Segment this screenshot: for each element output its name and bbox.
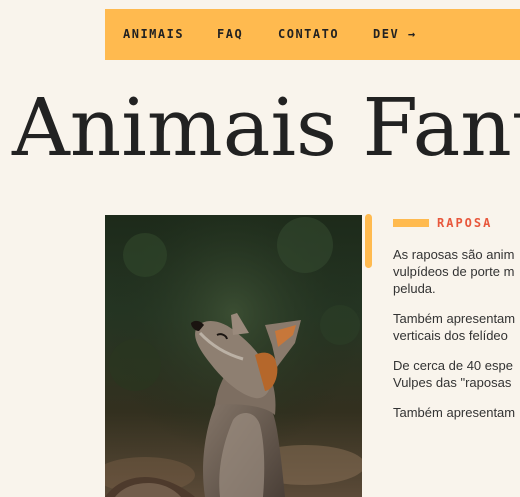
nav-link-animais[interactable]: ANIMAIS [123, 27, 184, 41]
fox-image [105, 215, 362, 497]
paragraph-2: Também apresentam verticais dos felídeo [393, 310, 520, 344]
paragraph-line: Também apresentam [393, 405, 516, 420]
paragraph-line: peluda. [393, 281, 436, 296]
paragraph-line: vulpídeos de porte m [393, 264, 515, 279]
nav-link-contato[interactable]: CONTATO [278, 27, 339, 41]
nav-link-faq[interactable]: FAQ [217, 27, 243, 41]
paragraph-4: Também apresentam [393, 404, 520, 421]
section-label: RAPOSA [393, 216, 492, 230]
paragraph-line: Vulpes das "raposas [393, 375, 512, 390]
scroll-indicator [365, 214, 372, 268]
section-label-text: RAPOSA [437, 216, 493, 230]
label-accent-line [393, 219, 429, 227]
top-nav: ANIMAIS FAQ CONTATO DEV → [105, 9, 520, 60]
paragraph-line: verticais dos felídeo [393, 328, 508, 343]
page-title: Animais Fant [12, 81, 520, 174]
paragraph-1: As raposas são anim vulpídeos de porte m… [393, 246, 520, 297]
nav-link-dev[interactable]: DEV → [373, 27, 417, 41]
paragraph-line: Também apresentam [393, 311, 516, 326]
fox-photo [105, 215, 362, 497]
paragraph-line: As raposas são anim [393, 247, 515, 262]
paragraph-line: De cerca de 40 espe [393, 358, 513, 373]
paragraph-3: De cerca de 40 espe Vulpes das "raposas [393, 357, 520, 391]
article-content: As raposas são anim vulpídeos de porte m… [393, 246, 520, 434]
